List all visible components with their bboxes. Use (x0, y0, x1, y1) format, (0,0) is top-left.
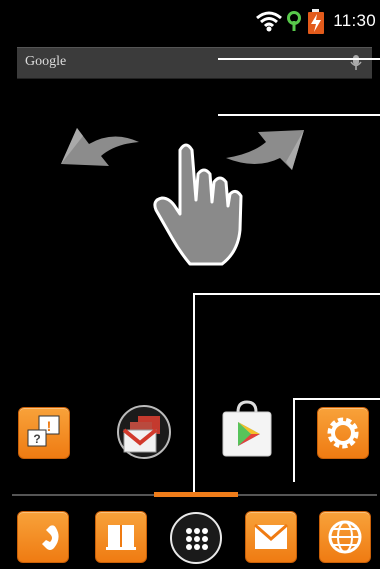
callout-line-home (218, 114, 380, 116)
browser-icon (319, 511, 371, 563)
gmail-icon (117, 405, 171, 459)
phone-icon (17, 511, 69, 563)
feedback-icon: ! ? (18, 407, 70, 459)
battery-charging-icon (308, 9, 324, 34)
browser-button[interactable] (319, 511, 371, 563)
callout-line-search (218, 58, 380, 60)
email-button[interactable] (245, 511, 297, 563)
arrow-left-icon (61, 128, 139, 166)
sync-icon (287, 11, 301, 31)
play-store-app[interactable] (218, 400, 276, 458)
settings-app[interactable] (317, 407, 369, 459)
svg-text:?: ? (33, 432, 40, 446)
play-store-icon (222, 400, 272, 457)
contacts-icon (95, 511, 147, 563)
mic-icon[interactable] (350, 54, 362, 72)
launcher-icon (186, 528, 208, 550)
wifi-icon (256, 11, 282, 32)
settings-icon (317, 407, 369, 459)
status-bar: 11:30 (0, 0, 380, 40)
feedback-app[interactable]: ! ? (18, 407, 70, 459)
search-label: Google (25, 54, 67, 69)
google-search-bar[interactable]: Google (17, 47, 372, 79)
phone-button[interactable] (17, 511, 69, 563)
contacts-button[interactable] (95, 511, 147, 563)
page-indicator (154, 492, 238, 497)
swipe-hand-icon (153, 143, 243, 266)
gmail-app[interactable] (116, 404, 172, 460)
callout-line-apps-v (293, 398, 295, 482)
status-time: 11:30 (333, 11, 376, 30)
app-drawer-button[interactable] (170, 512, 222, 564)
email-icon (245, 511, 297, 563)
callout-line-dock-h (193, 293, 380, 295)
callout-line-dock-v (193, 293, 195, 493)
callout-line-apps-h (293, 398, 380, 400)
svg-text:!: ! (47, 418, 52, 434)
